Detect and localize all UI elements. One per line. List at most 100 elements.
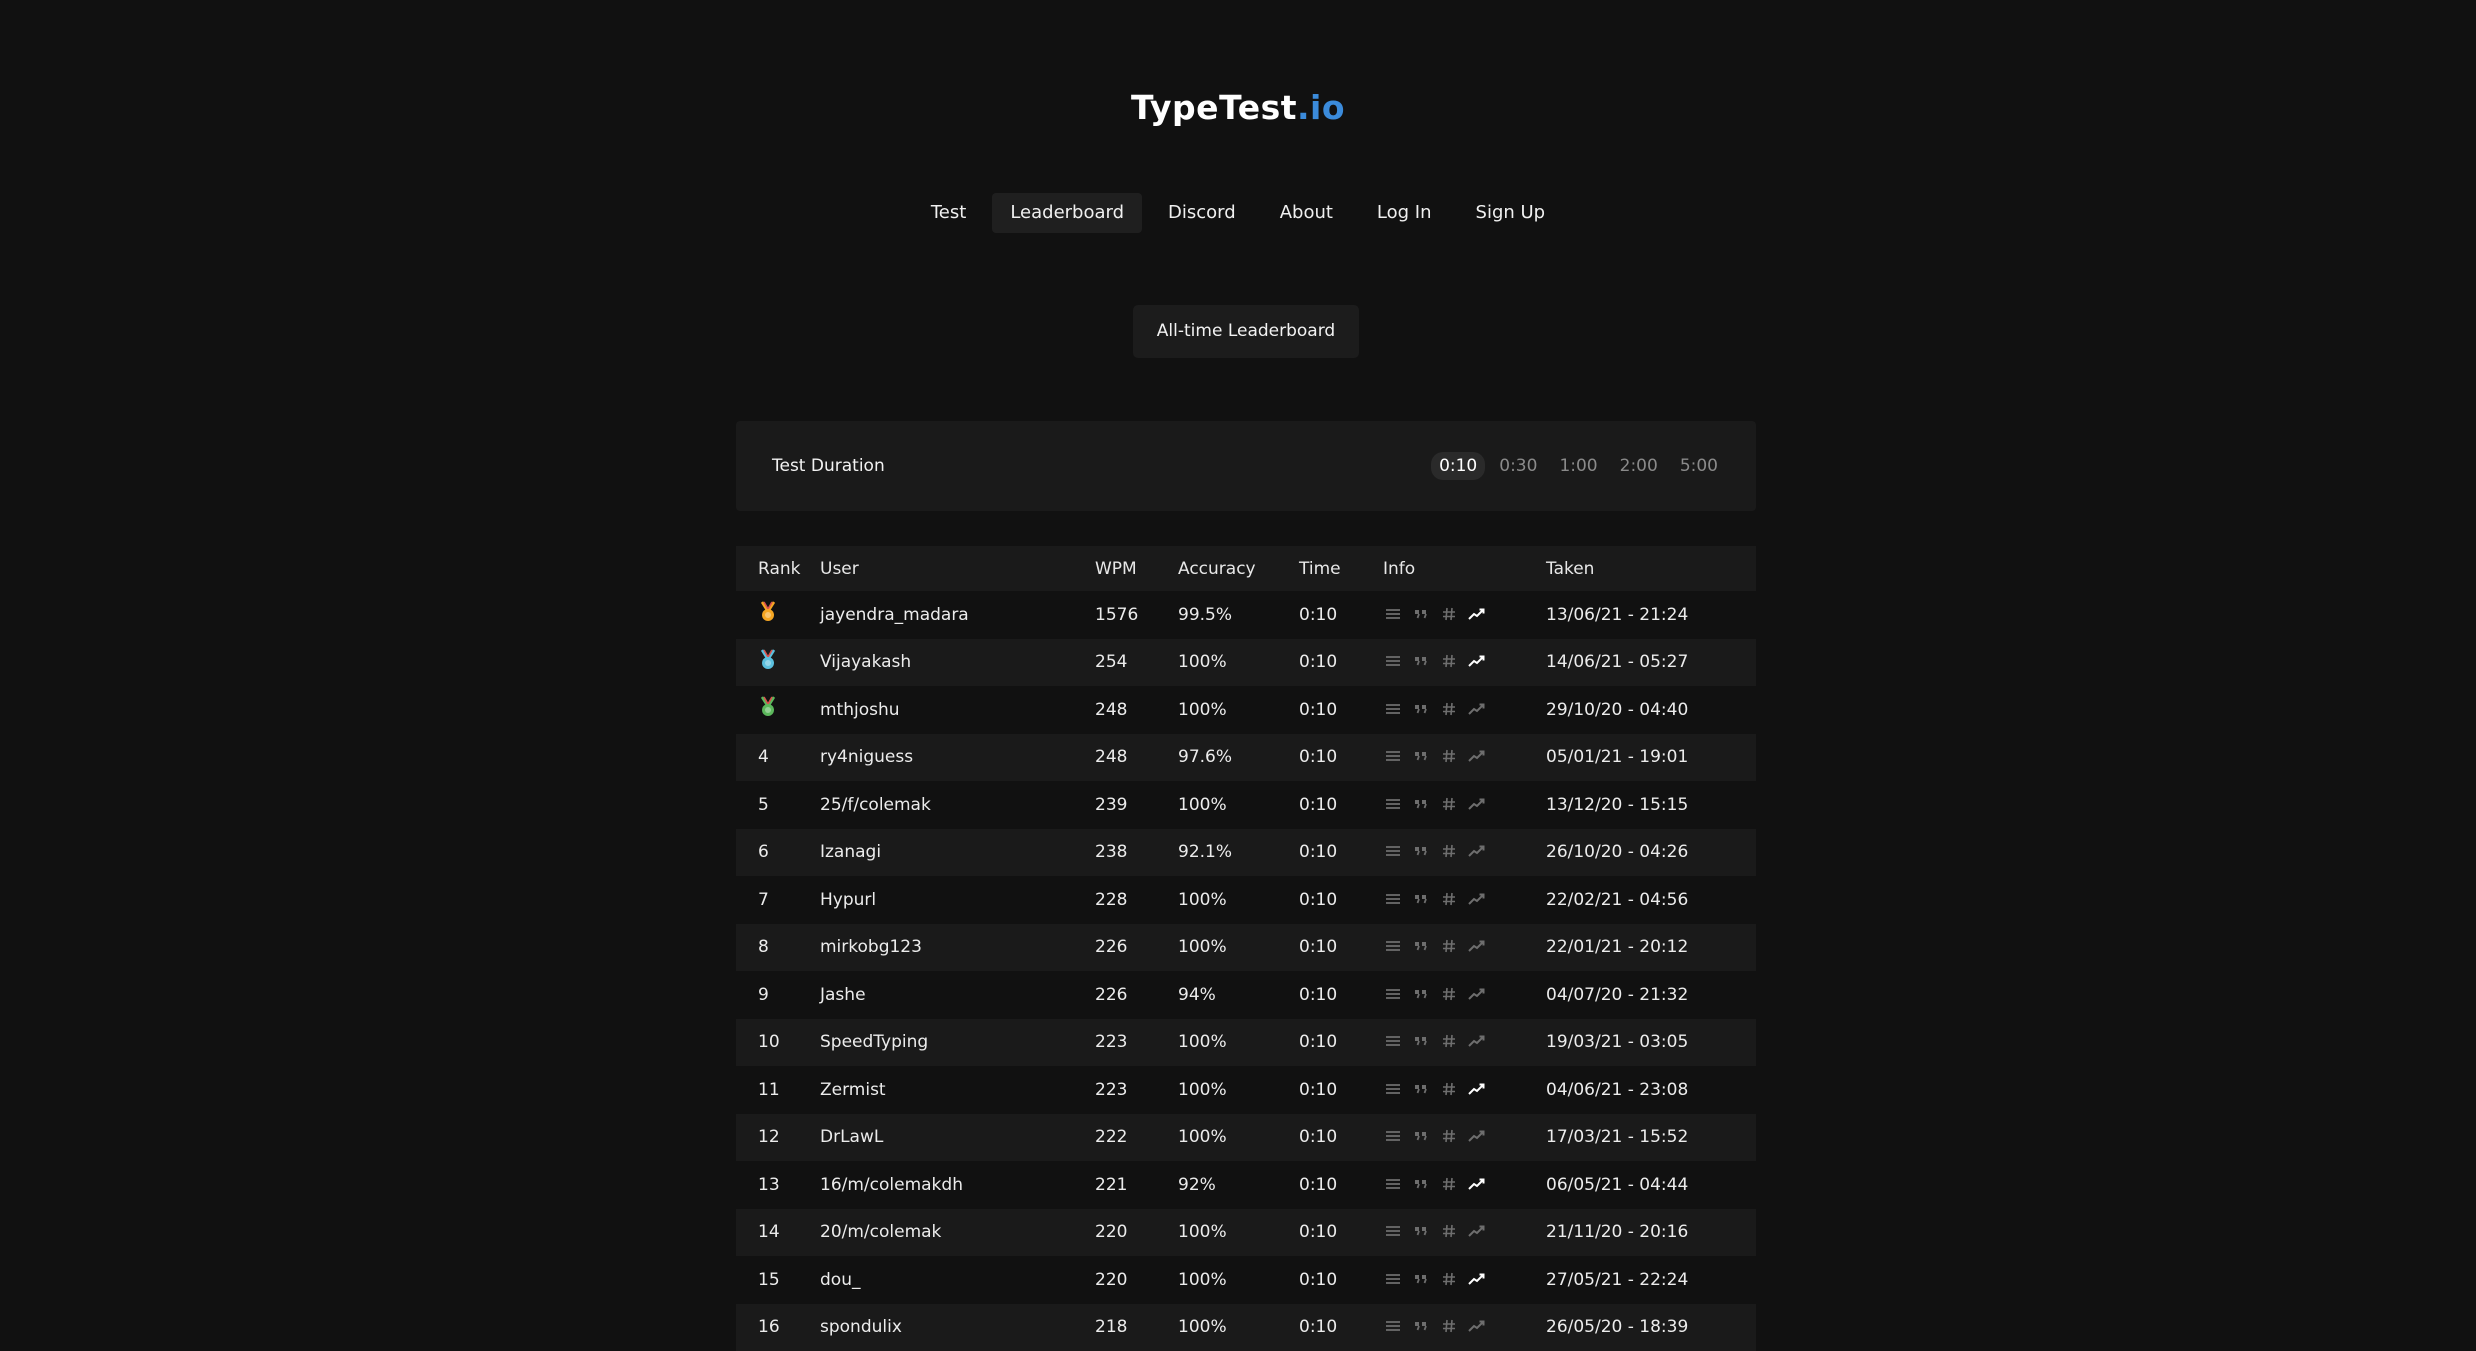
table-row[interactable]: 10SpeedTyping223100%0:1019/03/21 - 03:05 <box>736 1019 1756 1067</box>
info-cell <box>1383 796 1546 814</box>
lines-icon <box>1383 701 1405 719</box>
trend-icon[interactable] <box>1467 891 1489 909</box>
duration-option[interactable]: 2:00 <box>1612 452 1666 480</box>
table-row[interactable]: 15dou_220100%0:1027/05/21 - 22:24 <box>736 1256 1756 1304</box>
trend-icon[interactable] <box>1467 701 1489 719</box>
trend-icon[interactable] <box>1467 1128 1489 1146</box>
taken-cell: 04/06/21 - 23:08 <box>1546 1080 1746 1100</box>
trend-icon[interactable] <box>1467 986 1489 1004</box>
user-cell[interactable]: ry4niguess <box>820 747 1095 767</box>
trend-icon[interactable] <box>1467 843 1489 861</box>
taken-cell: 14/06/21 - 05:27 <box>1546 652 1746 672</box>
lines-icon <box>1383 986 1405 1004</box>
rank-cell: 8 <box>736 937 820 957</box>
table-row[interactable]: 7Hypurl228100%0:1022/02/21 - 04:56 <box>736 876 1756 924</box>
time-cell: 0:10 <box>1299 747 1383 767</box>
table-row[interactable]: 1420/m/colemak220100%0:1021/11/20 - 20:1… <box>736 1209 1756 1257</box>
rank-cell: 14 <box>736 1222 820 1242</box>
header-taken: Taken <box>1546 559 1746 579</box>
user-cell[interactable]: dou_ <box>820 1270 1095 1290</box>
table-row[interactable]: 11Zermist223100%0:1004/06/21 - 23:08 <box>736 1066 1756 1114</box>
table-row[interactable]: jayendra_madara157699.5%0:1013/06/21 - 2… <box>736 591 1756 639</box>
user-cell[interactable]: 25/f/colemak <box>820 795 1095 815</box>
table-row[interactable]: 1316/m/colemakdh22192%0:1006/05/21 - 04:… <box>736 1161 1756 1209</box>
quote-icon <box>1411 986 1433 1004</box>
user-cell[interactable]: jayendra_madara <box>820 605 1095 625</box>
rank-cell: 11 <box>736 1080 820 1100</box>
user-cell[interactable]: Zermist <box>820 1080 1095 1100</box>
info-cell <box>1383 653 1546 671</box>
accuracy-cell: 100% <box>1178 937 1299 957</box>
hash-icon <box>1439 748 1461 766</box>
nav-log-in[interactable]: Log In <box>1359 193 1450 233</box>
leaderboard-table: Rank User WPM Accuracy Time Info Taken j… <box>736 546 1756 1351</box>
user-cell[interactable]: 16/m/colemakdh <box>820 1175 1095 1195</box>
duration-option[interactable]: 5:00 <box>1672 452 1726 480</box>
user-cell[interactable]: mirkobg123 <box>820 937 1095 957</box>
accuracy-cell: 100% <box>1178 652 1299 672</box>
time-cell: 0:10 <box>1299 842 1383 862</box>
header-wpm: WPM <box>1095 559 1178 579</box>
table-row[interactable]: Vijayakash254100%0:1014/06/21 - 05:27 <box>736 639 1756 687</box>
nav-discord[interactable]: Discord <box>1150 193 1254 233</box>
user-cell[interactable]: Vijayakash <box>820 652 1095 672</box>
table-row[interactable]: 6Izanagi23892.1%0:1026/10/20 - 04:26 <box>736 829 1756 877</box>
rank-cell: 12 <box>736 1127 820 1147</box>
user-cell[interactable]: Hypurl <box>820 890 1095 910</box>
info-cell <box>1383 606 1546 624</box>
wpm-cell: 226 <box>1095 937 1178 957</box>
trend-icon[interactable] <box>1467 1318 1489 1336</box>
trend-icon[interactable] <box>1467 1081 1489 1099</box>
rank-cell: 15 <box>736 1270 820 1290</box>
bronze-medal-icon <box>758 696 778 718</box>
lines-icon <box>1383 606 1405 624</box>
hash-icon <box>1439 1176 1461 1194</box>
trend-icon[interactable] <box>1467 653 1489 671</box>
nav-test[interactable]: Test <box>913 193 984 233</box>
trend-icon[interactable] <box>1467 1033 1489 1051</box>
user-cell[interactable]: Jashe <box>820 985 1095 1005</box>
trend-icon[interactable] <box>1467 1176 1489 1194</box>
hash-icon <box>1439 796 1461 814</box>
wpm-cell: 218 <box>1095 1317 1178 1337</box>
table-row[interactable]: 4ry4niguess24897.6%0:1005/01/21 - 19:01 <box>736 734 1756 782</box>
rank-cell: 5 <box>736 795 820 815</box>
gold-medal-icon <box>758 601 778 623</box>
user-cell[interactable]: mthjoshu <box>820 700 1095 720</box>
hash-icon <box>1439 891 1461 909</box>
user-cell[interactable]: spondulix <box>820 1317 1095 1337</box>
taken-cell: 26/10/20 - 04:26 <box>1546 842 1746 862</box>
all-time-leaderboard-button[interactable]: All-time Leaderboard <box>1133 305 1359 358</box>
table-row[interactable]: 12DrLawL222100%0:1017/03/21 - 15:52 <box>736 1114 1756 1162</box>
time-cell: 0:10 <box>1299 1127 1383 1147</box>
user-cell[interactable]: SpeedTyping <box>820 1032 1095 1052</box>
trend-icon[interactable] <box>1467 938 1489 956</box>
duration-option[interactable]: 0:10 <box>1431 452 1485 480</box>
trend-icon[interactable] <box>1467 748 1489 766</box>
wpm-cell: 239 <box>1095 795 1178 815</box>
nav-about[interactable]: About <box>1262 193 1351 233</box>
table-row[interactable]: mthjoshu248100%0:1029/10/20 - 04:40 <box>736 686 1756 734</box>
duration-option[interactable]: 1:00 <box>1551 452 1605 480</box>
wpm-cell: 220 <box>1095 1222 1178 1242</box>
time-cell: 0:10 <box>1299 605 1383 625</box>
user-cell[interactable]: DrLawL <box>820 1127 1095 1147</box>
nav-sign-up[interactable]: Sign Up <box>1458 193 1564 233</box>
trend-icon[interactable] <box>1467 1223 1489 1241</box>
table-row[interactable]: 525/f/colemak239100%0:1013/12/20 - 15:15 <box>736 781 1756 829</box>
duration-options: 0:100:301:002:005:00 <box>1431 452 1726 480</box>
user-cell[interactable]: 20/m/colemak <box>820 1222 1095 1242</box>
trend-icon[interactable] <box>1467 606 1489 624</box>
nav-leaderboard[interactable]: Leaderboard <box>992 193 1142 233</box>
table-row[interactable]: 9Jashe22694%0:1004/07/20 - 21:32 <box>736 971 1756 1019</box>
user-cell[interactable]: Izanagi <box>820 842 1095 862</box>
table-row[interactable]: 16spondulix218100%0:1026/05/20 - 18:39 <box>736 1304 1756 1351</box>
hash-icon <box>1439 843 1461 861</box>
duration-option[interactable]: 0:30 <box>1491 452 1545 480</box>
trend-icon[interactable] <box>1467 1271 1489 1289</box>
site-logo[interactable]: TypeTest.io <box>0 88 2476 127</box>
trend-icon[interactable] <box>1467 796 1489 814</box>
table-row[interactable]: 8mirkobg123226100%0:1022/01/21 - 20:12 <box>736 924 1756 972</box>
hash-icon <box>1439 606 1461 624</box>
time-cell: 0:10 <box>1299 795 1383 815</box>
